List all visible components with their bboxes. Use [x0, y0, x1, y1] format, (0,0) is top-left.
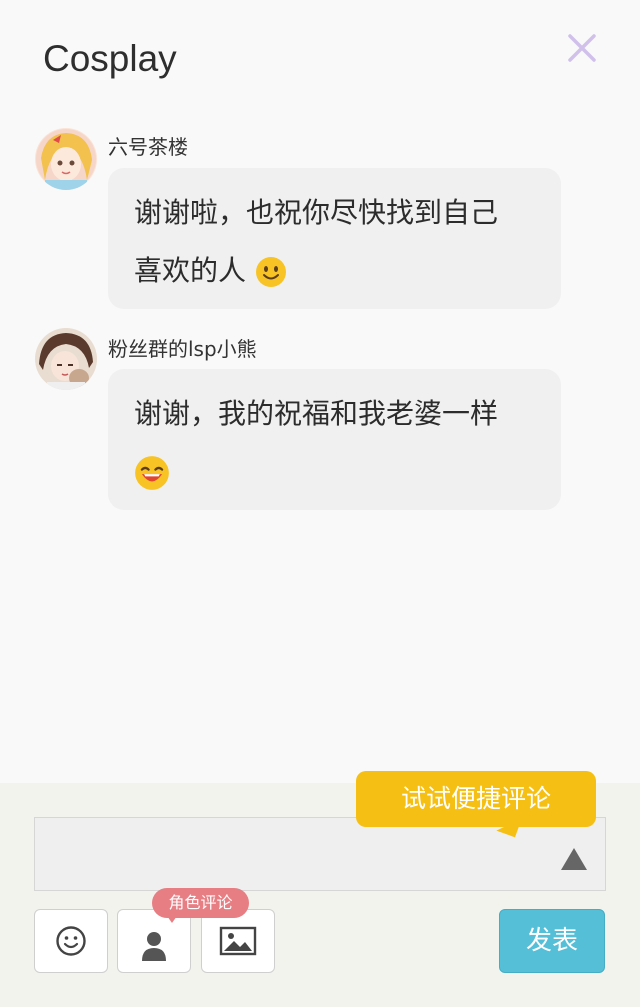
emoji-icon — [56, 926, 86, 956]
comment-username[interactable]: 六号茶楼 — [108, 131, 188, 160]
badge-tail — [165, 913, 179, 923]
quick-comment-tooltip[interactable]: 试试便捷评论 — [356, 771, 596, 827]
person-icon — [142, 931, 166, 961]
expand-button[interactable] — [560, 846, 588, 872]
comment-bubble: 谢谢，我的祝福和我老婆一样 — [108, 369, 561, 510]
comment-bubble: 谢谢啦，也祝你尽快找到自己 喜欢的人 — [108, 168, 561, 309]
avatar[interactable] — [35, 128, 97, 190]
close-icon — [568, 34, 596, 62]
image-button[interactable] — [201, 909, 275, 973]
triangle-up-icon — [561, 848, 587, 870]
close-button[interactable] — [562, 28, 602, 68]
page-title: Cosplay — [43, 38, 177, 79]
comment-text: 谢谢啦，也祝你尽快找到自己 — [134, 196, 499, 229]
avatar[interactable] — [35, 328, 97, 390]
comment-text: 谢谢，我的祝福和我老婆一样 — [134, 397, 499, 430]
image-icon — [219, 926, 257, 956]
role-comment-button[interactable] — [117, 909, 191, 973]
grin-emoji — [135, 456, 169, 490]
comment-text: 喜欢的人 — [134, 254, 247, 287]
send-button[interactable]: 发表 — [499, 909, 605, 973]
smile-emoji — [255, 257, 286, 287]
comment-username[interactable]: 粉丝群的lsp小熊 — [108, 333, 257, 362]
emoji-button[interactable] — [34, 909, 108, 973]
